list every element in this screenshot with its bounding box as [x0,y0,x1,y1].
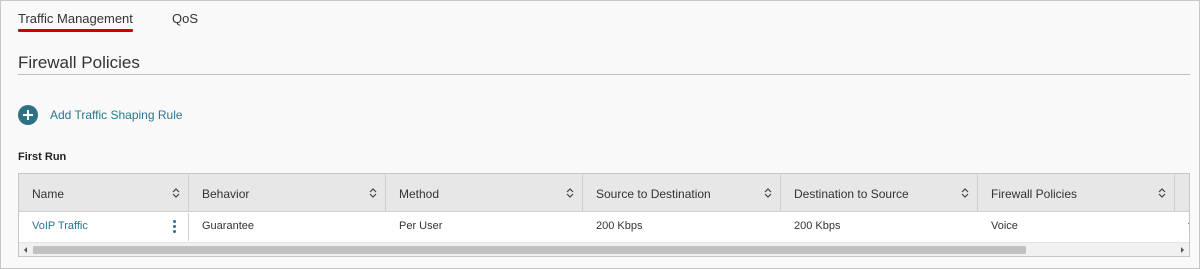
traffic-shaping-table: Name Behavior Method Source to Destinati… [18,173,1190,257]
cell-method: Per User [386,213,583,241]
column-header-destination-to-source[interactable]: Destination to Source [781,174,978,212]
sort-icon[interactable] [566,187,574,199]
scroll-right-arrow-icon[interactable] [1175,243,1189,257]
rule-name-link[interactable]: VoIP Traffic [32,220,88,232]
cell-firewall-policies: Voice [978,213,1175,241]
firewall-policies-value: Voice [991,220,1018,232]
page-frame: Traffic Management QoS Firewall Policies… [0,0,1200,269]
cell-source-to-destination: 200 Kbps [583,213,781,241]
column-header-label: F [1188,187,1189,201]
column-header-behavior[interactable]: Behavior [189,174,386,212]
sort-icon[interactable] [172,187,180,199]
destination-to-source-value: 200 Kbps [794,220,841,232]
section-divider [18,74,1190,75]
sort-icon[interactable] [369,187,377,199]
add-rule-label[interactable]: Add Traffic Shaping Rule [50,108,183,122]
group-label: First Run [18,151,67,163]
column-header-firewall-policies[interactable]: Firewall Policies [978,174,1175,212]
column-header-label: Name [32,187,65,201]
tab-qos[interactable]: QoS [172,11,198,26]
more-options-icon[interactable] [173,220,177,234]
column-header-name[interactable]: Name [19,174,189,212]
plus-circle-icon[interactable] [18,105,38,125]
column-header-label: Firewall Policies [991,187,1078,201]
column-header-label: Method [399,187,440,201]
column-header-overflow[interactable]: F [1175,174,1189,212]
method-value: Per User [399,220,443,232]
sort-icon[interactable] [764,187,772,199]
cell-destination-to-source: 200 Kbps [781,213,978,241]
sort-icon[interactable] [1158,187,1166,199]
horizontal-scrollbar[interactable] [19,242,1189,256]
column-header-method[interactable]: Method [386,174,583,212]
column-header-label: Source to Destination [596,187,711,201]
column-header-label: Behavior [202,187,250,201]
scroll-left-arrow-icon[interactable] [19,243,33,257]
table-header: Name Behavior Method Source to Destinati… [19,174,1189,212]
behavior-value: Guarantee [202,220,254,232]
source-to-destination-value: 200 Kbps [596,220,643,232]
column-header-label: Destination to Source [794,187,909,201]
sort-icon[interactable] [961,187,969,199]
cell-name: VoIP Traffic [19,213,189,241]
cell-overflow: fi [1175,213,1189,241]
cell-behavior: Guarantee [189,213,386,241]
tab-traffic-management[interactable]: Traffic Management [18,11,133,32]
table-row[interactable]: VoIP Traffic Guarantee Per User 200 Kbps… [19,213,1189,241]
column-header-source-to-destination[interactable]: Source to Destination [583,174,781,212]
scrollbar-thumb[interactable] [33,246,1026,254]
overflow-value: fi [1188,220,1189,232]
section-title: Firewall Policies [18,53,140,72]
